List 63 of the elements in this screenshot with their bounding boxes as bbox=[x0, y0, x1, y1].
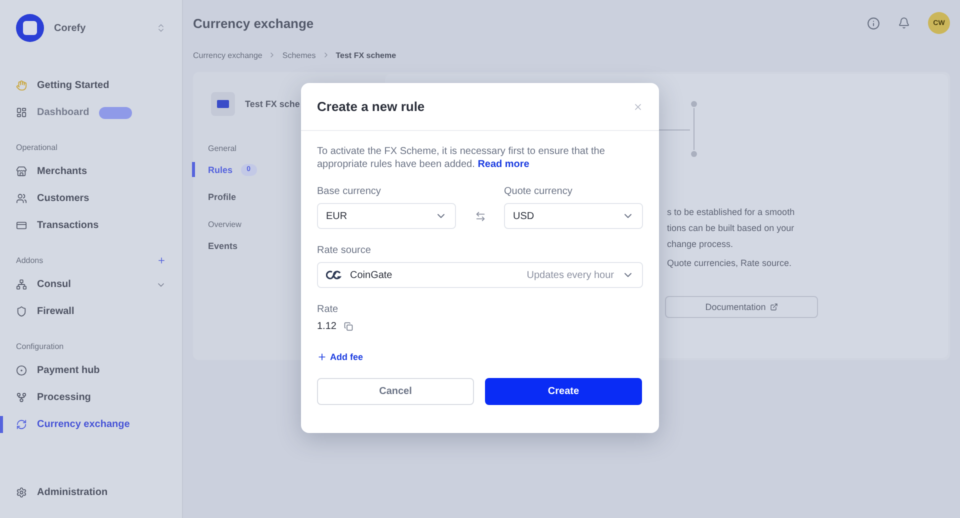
create-button[interactable]: Create bbox=[485, 378, 642, 405]
coingate-logo-icon bbox=[326, 270, 342, 280]
info-text: s to be established for a smooth bbox=[667, 206, 795, 219]
sidebar-item[interactable]: Customers bbox=[0, 185, 182, 212]
sidebar-item[interactable]: Payment hub bbox=[0, 357, 182, 384]
close-icon[interactable] bbox=[633, 102, 643, 112]
sidebar-item[interactable]: Consul bbox=[0, 271, 182, 298]
menu-icon bbox=[16, 279, 27, 290]
info-text: tions can be built based on your bbox=[667, 222, 794, 235]
menu-icon bbox=[16, 306, 27, 317]
quote-currency-select[interactable]: USD bbox=[504, 203, 643, 229]
sidebar-item[interactable]: Processing bbox=[0, 384, 182, 411]
sidebar-item[interactable]: Firewall bbox=[0, 298, 182, 325]
breadcrumb-link[interactable]: Schemes bbox=[282, 50, 316, 60]
sidebar-item[interactable]: Currency exchange bbox=[0, 411, 182, 438]
menu-icon bbox=[16, 166, 27, 177]
section-heading: Configuration bbox=[16, 342, 64, 351]
menu-icon bbox=[16, 220, 27, 231]
menu-icon bbox=[16, 107, 27, 118]
menu-icon bbox=[16, 419, 27, 430]
bell-icon[interactable] bbox=[898, 17, 910, 29]
field-label: Quote currency bbox=[504, 186, 574, 197]
field-label: Rate source bbox=[317, 245, 372, 256]
section-heading: Addons bbox=[16, 256, 44, 265]
settings-icon bbox=[16, 487, 27, 498]
intro-text: To activate the FX Scheme, it is necessary first to ensure that the appropriate rules have been added. Read more bbox=[317, 145, 606, 171]
scheme-name: Test FX sche bbox=[245, 99, 300, 109]
page-title: Currency exchange bbox=[193, 16, 314, 30]
rate-value: 1.12 bbox=[317, 321, 336, 332]
rate-source-select[interactable]: CoinGate Updates every hour bbox=[317, 262, 643, 288]
menu-icon bbox=[16, 365, 27, 376]
add-icon[interactable] bbox=[157, 256, 166, 265]
brand-name: Corefy bbox=[54, 22, 87, 34]
sidebar-item[interactable]: Getting Started bbox=[0, 72, 182, 99]
field-label: Rate bbox=[317, 304, 340, 315]
copy-icon[interactable] bbox=[344, 322, 354, 331]
section-heading: Operational bbox=[16, 143, 58, 152]
field-label: Base currency bbox=[317, 186, 382, 197]
sidebar-item[interactable]: Merchants bbox=[0, 158, 182, 185]
menu-icon bbox=[16, 80, 27, 91]
documentation-button[interactable]: Documentation bbox=[665, 296, 818, 318]
sidebar-item[interactable]: Administration bbox=[0, 479, 182, 506]
swap-icon[interactable] bbox=[474, 210, 486, 222]
info-text: change process. bbox=[667, 238, 734, 251]
breadcrumb-link[interactable]: Currency exchange bbox=[193, 50, 262, 60]
nav-heading: General bbox=[208, 144, 236, 152]
plus-icon bbox=[317, 352, 327, 362]
info-icon[interactable] bbox=[867, 16, 880, 30]
external-link-icon bbox=[770, 303, 778, 311]
nav-heading: Overview bbox=[208, 220, 242, 228]
brand-logo-icon bbox=[16, 14, 44, 42]
scheme-icon bbox=[211, 92, 235, 116]
sidebar-item[interactable]: Transactions bbox=[0, 212, 182, 239]
switch-icon[interactable] bbox=[156, 23, 166, 33]
add-fee-button[interactable]: Add fee bbox=[317, 352, 364, 362]
menu-icon bbox=[16, 392, 27, 403]
menu-icon bbox=[16, 193, 27, 204]
read-more-link[interactable]: Read more bbox=[478, 159, 530, 170]
breadcrumb-link[interactable]: Test FX scheme bbox=[336, 50, 396, 60]
cancel-button[interactable]: Cancel bbox=[317, 378, 474, 405]
dialog-title: Create a new rule bbox=[317, 99, 425, 114]
hint-text: Quote currencies, Rate source. bbox=[667, 258, 792, 268]
base-currency-select[interactable]: EUR bbox=[317, 203, 456, 229]
